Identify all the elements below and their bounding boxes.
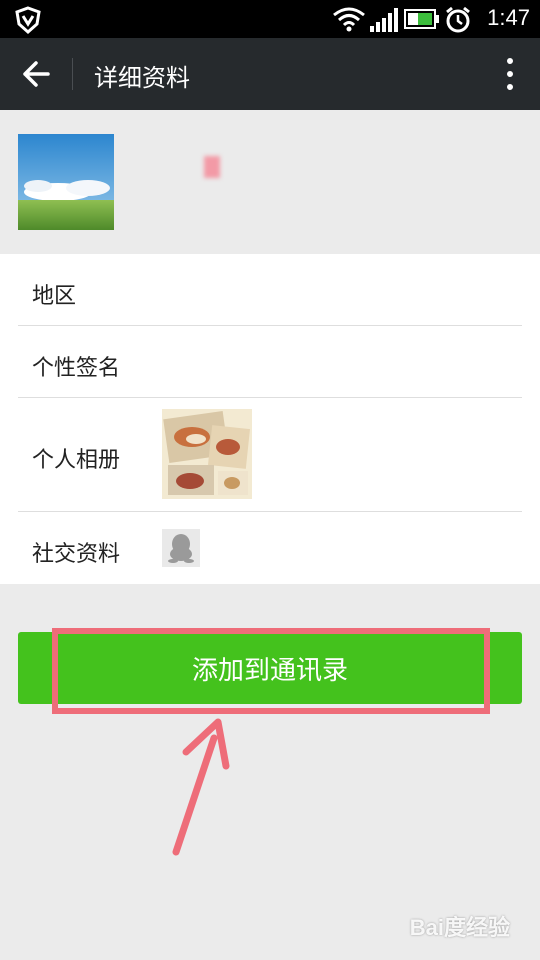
battery-icon xyxy=(404,9,439,29)
gender-female-icon xyxy=(204,156,220,178)
title-bar: 详细资料 xyxy=(0,38,540,110)
info-list: 地区 个性签名 个人相册 社交资料 xyxy=(0,254,540,584)
album-row[interactable]: 个人相册 xyxy=(0,398,540,512)
alarm-icon xyxy=(446,6,470,33)
album-thumbnail[interactable] xyxy=(162,409,252,499)
signature-row: 个性签名 xyxy=(0,326,540,398)
social-label: 社交资料 xyxy=(32,542,121,567)
page-title: 详细资料 xyxy=(94,64,190,92)
qq-icon[interactable] xyxy=(162,529,200,567)
signal-icon xyxy=(370,8,398,32)
back-button[interactable] xyxy=(14,54,58,94)
more-menu-button[interactable] xyxy=(506,58,514,90)
add-to-contacts-label: 添加到通讯录 xyxy=(191,655,348,686)
status-bar: 1:47 xyxy=(0,0,540,38)
shield-icon xyxy=(15,6,41,34)
more-dots-icon xyxy=(507,58,513,64)
add-to-contacts-button[interactable]: 添加到通讯录 xyxy=(18,632,522,704)
back-arrow-icon xyxy=(23,61,50,87)
social-row[interactable]: 社交资料 xyxy=(0,512,540,584)
avatar-image xyxy=(18,134,114,230)
region-label: 地区 xyxy=(32,284,77,309)
status-time: 1:47 xyxy=(487,5,530,30)
avatar[interactable] xyxy=(18,134,114,230)
profile-header xyxy=(0,110,540,254)
watermark: Bai度经验 xyxy=(409,915,510,940)
album-photo-image xyxy=(162,409,252,499)
region-row: 地区 xyxy=(0,254,540,326)
wifi-icon xyxy=(333,7,365,32)
signature-label: 个性签名 xyxy=(32,356,121,381)
title-divider xyxy=(72,58,73,90)
album-label: 个人相册 xyxy=(32,448,121,473)
qq-penguin-icon xyxy=(168,534,194,563)
